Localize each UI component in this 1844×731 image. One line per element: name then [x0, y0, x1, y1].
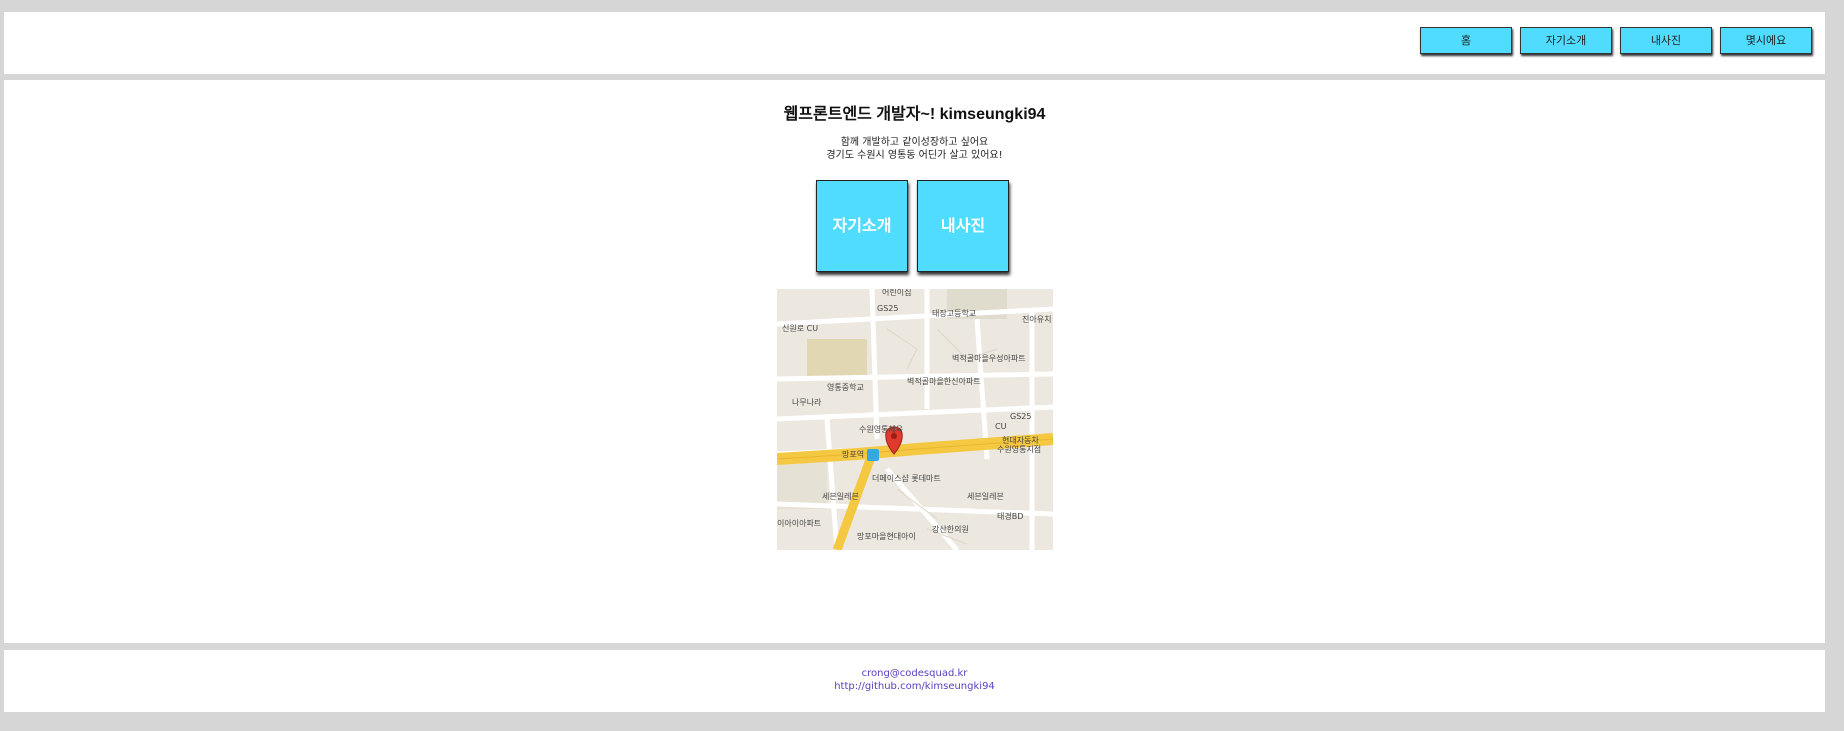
- svg-text:벽적골마을우성아파트: 벽적골마을우성아파트: [952, 353, 1026, 363]
- svg-text:망포마을현대아이: 망포마을현대아이: [857, 531, 916, 541]
- svg-text:수원영통지점: 수원영통지점: [997, 444, 1041, 454]
- photos-button[interactable]: 내사진: [917, 180, 1009, 272]
- nav-intro-button[interactable]: 자기소개: [1520, 27, 1612, 54]
- footer: crong@codesquad.kr http://github.com/kim…: [4, 650, 1825, 712]
- nav-contact-button[interactable]: 몇시에요: [1720, 27, 1812, 54]
- description: 함께 개발하고 같이성장하고 싶어요 경기도 수원시 영통동 어딘가 살고 있어…: [4, 136, 1825, 162]
- nav-home-button[interactable]: 홈: [1420, 27, 1512, 54]
- svg-text:CU: CU: [995, 422, 1007, 431]
- footer-email-link[interactable]: crong@codesquad.kr: [4, 668, 1825, 679]
- svg-text:강산한의원: 강산한의원: [932, 524, 969, 534]
- svg-text:태장고등학교: 태장고등학교: [932, 308, 976, 318]
- svg-text:더페이스샵 롯데마트: 더페이스샵 롯데마트: [872, 473, 941, 483]
- main-content: 웹프론트엔드 개발자~! kimseungki94 함께 개발하고 같이성장하고…: [4, 80, 1825, 643]
- svg-text:세븐일레븐: 세븐일레븐: [967, 492, 1004, 501]
- location-map[interactable]: 어린이집 GS25 태장고등학교 진아유치 신원로 CU 벽적골마을우성아파트 …: [777, 289, 1053, 550]
- svg-text:나무나라: 나무나라: [792, 398, 822, 407]
- footer-github-link[interactable]: http://github.com/kimseungki94: [4, 681, 1825, 692]
- map-graphic: 어린이집 GS25 태장고등학교 진아유치 신원로 CU 벽적골마을우성아파트 …: [777, 289, 1053, 550]
- description-line-2: 경기도 수원시 영통동 어딘가 살고 있어요!: [826, 150, 1003, 161]
- intro-button[interactable]: 자기소개: [816, 180, 908, 272]
- svg-text:수원영통체육: 수원영통체육: [859, 424, 903, 434]
- svg-text:이아이아파트: 이아이아파트: [777, 518, 821, 528]
- svg-text:영통중학교: 영통중학교: [827, 382, 864, 392]
- svg-text:GS25: GS25: [877, 304, 898, 313]
- nav-photos-button[interactable]: 내사진: [1620, 27, 1712, 54]
- svg-text:현대자동차: 현대자동차: [1002, 436, 1039, 445]
- svg-text:신원로 CU: 신원로 CU: [782, 324, 818, 333]
- description-line-1: 함께 개발하고 같이성장하고 싶어요: [840, 137, 989, 148]
- header: 홈 자기소개 내사진 몇시에요: [4, 12, 1825, 74]
- svg-text:GS25: GS25: [1010, 412, 1031, 421]
- svg-text:망포역: 망포역: [842, 449, 864, 459]
- svg-text:벽적골마을한신아파트: 벽적골마을한신아파트: [907, 376, 981, 386]
- svg-text:진아유치: 진아유치: [1022, 314, 1051, 324]
- svg-text:태경BD: 태경BD: [997, 511, 1023, 521]
- page-title: 웹프론트엔드 개발자~! kimseungki94: [783, 106, 1046, 123]
- svg-text:세븐일레븐: 세븐일레븐: [822, 492, 859, 501]
- svg-text:어린이집: 어린이집: [882, 289, 911, 297]
